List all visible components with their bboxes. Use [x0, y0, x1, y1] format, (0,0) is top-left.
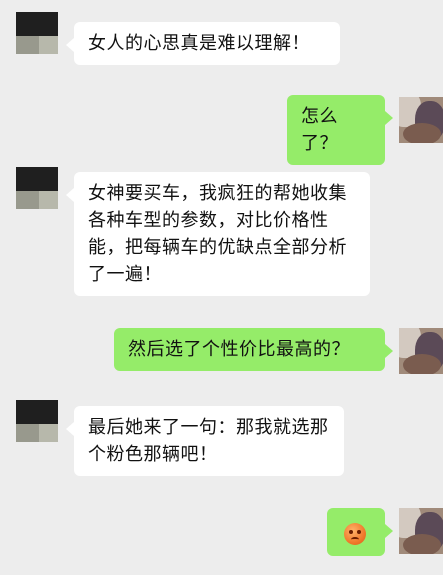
message-text: 然后选了个性价比最高的？	[128, 339, 350, 360]
contact-avatar[interactable]	[16, 12, 58, 54]
incoming-message-bubble: 女人的心思真是难以理解！	[66, 22, 340, 65]
user-avatar[interactable]	[399, 508, 443, 554]
incoming-message-bubble: 最后她来了一句：那我就选那个粉色那辆吧！	[66, 406, 344, 476]
incoming-message-bubble: 女神要买车，我疯狂的帮她收集各种车型的参数，对比价格性能，把每辆车的优缺点全部分…	[66, 172, 370, 296]
message-text: 怎么了？	[301, 106, 338, 154]
outgoing-message-bubble: 然后选了个性价比最高的？	[114, 328, 393, 371]
user-avatar[interactable]	[399, 328, 443, 374]
outgoing-message-bubble	[327, 508, 393, 556]
contact-avatar[interactable]	[16, 400, 58, 442]
user-avatar[interactable]	[399, 97, 443, 143]
contact-avatar[interactable]	[16, 167, 58, 209]
message-text: 最后她来了一句：那我就选那个粉色那辆吧！	[88, 417, 329, 465]
message-text: 女人的心思真是难以理解！	[88, 33, 310, 54]
outgoing-message-bubble: 怎么了？	[287, 95, 393, 165]
chat-window: 女人的心思真是难以理解！ 怎么了？ 女神要买车，我疯狂的帮她收集各种车型的参数，…	[0, 0, 443, 575]
message-text: 女神要买车，我疯狂的帮她收集各种车型的参数，对比价格性能，把每辆车的优缺点全部分…	[88, 183, 347, 285]
angry-face-emoji-icon	[344, 523, 366, 545]
